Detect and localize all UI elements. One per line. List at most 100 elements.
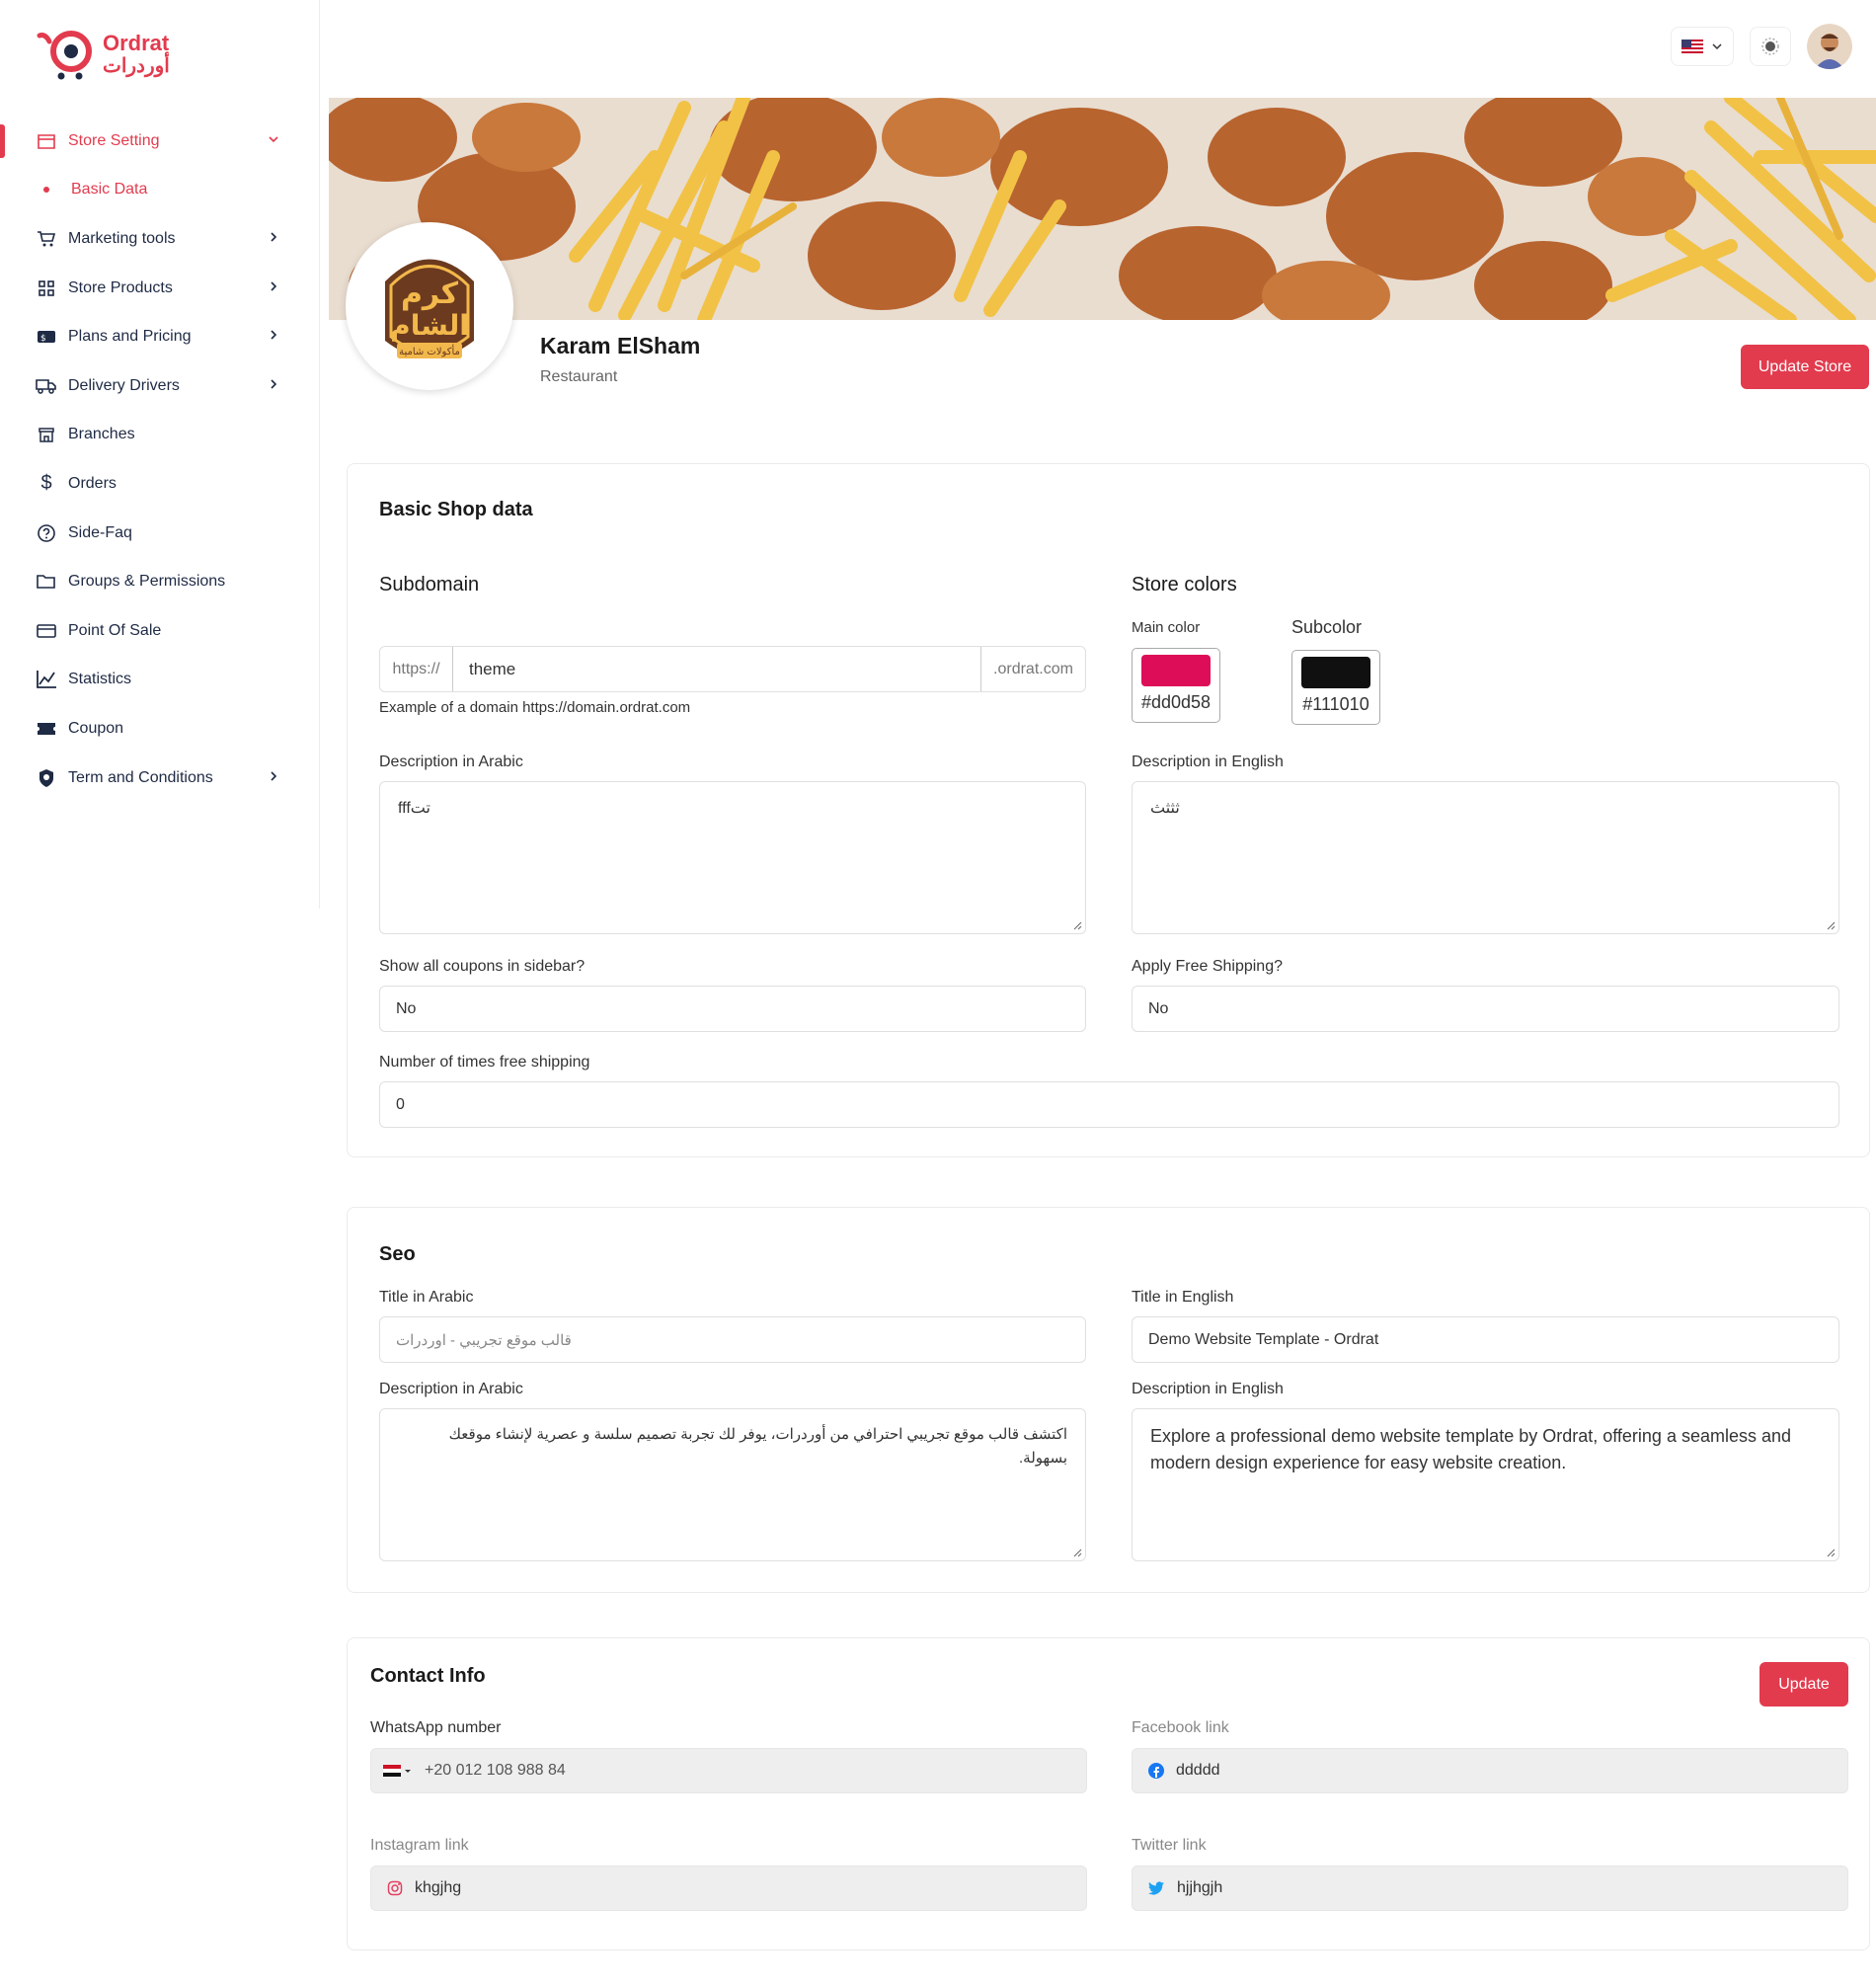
sidebar-item-coupon[interactable]: Coupon <box>0 704 320 754</box>
sidebar-item-point-of-sale[interactable]: Point Of Sale <box>0 606 320 656</box>
subdomain-prefix: https:// <box>380 647 453 691</box>
sidebar-item-label: Store Products <box>68 278 173 296</box>
desc-ar-label: Description in Arabic <box>379 754 523 770</box>
main-color-picker[interactable]: #dd0d58 <box>1132 648 1220 723</box>
sidebar-item-terms[interactable]: Term and Conditions <box>0 754 320 803</box>
seo-desc-en-label: Description in English <box>1132 1381 1284 1397</box>
desc-en-label: Description in English <box>1132 754 1284 770</box>
grid-icon <box>36 278 57 299</box>
twitter-value: hjjhgjh <box>1177 1879 1223 1896</box>
sidebar-item-orders[interactable]: $ Orders <box>0 459 320 509</box>
free-shipping-label: Apply Free Shipping? <box>1132 958 1283 975</box>
logo-text-bottom: مأكولات شامية <box>399 344 460 357</box>
language-selector[interactable] <box>1671 27 1734 66</box>
store-colors-heading: Store colors <box>1132 574 1237 596</box>
sidebar-item-label: Coupon <box>68 719 124 737</box>
sidebar-item-label: Delivery Drivers <box>68 376 180 394</box>
sidebar-item-store-products[interactable]: Store Products <box>0 264 320 313</box>
seo-desc-ar-value: اكتشف قالب موقع تجريبي احترافي من أوردرا… <box>448 1426 1067 1467</box>
whatsapp-input[interactable]: +20 012 108 988 84 <box>370 1748 1087 1793</box>
egypt-flag-icon[interactable] <box>383 1765 413 1777</box>
free-times-input[interactable]: 0 <box>379 1081 1839 1128</box>
seo-title-en-input[interactable]: Demo Website Template - Ordrat <box>1132 1316 1839 1363</box>
resize-handle-icon[interactable] <box>1826 1548 1836 1557</box>
free-shipping-select[interactable]: No <box>1132 986 1839 1032</box>
sidebar-item-label: Marketing tools <box>68 229 176 247</box>
resize-handle-icon[interactable] <box>1072 920 1082 930</box>
twitter-icon <box>1148 1881 1164 1895</box>
sidebar-item-side-faq[interactable]: Side-Faq <box>0 509 320 558</box>
contact-update-button[interactable]: Update <box>1759 1662 1848 1707</box>
sidebar-item-label: Plans and Pricing <box>68 328 192 346</box>
sidebar-item-marketing-tools[interactable]: Marketing tools <box>0 214 320 264</box>
store-icon <box>36 130 57 152</box>
instagram-input[interactable]: khgjhg <box>370 1866 1087 1911</box>
sub-color-swatch <box>1301 657 1370 688</box>
resize-handle-icon[interactable] <box>1072 1548 1082 1557</box>
store-logo[interactable]: كرم الشام مأكولات شامية <box>346 222 513 390</box>
seo-title: Seo <box>379 1243 416 1265</box>
sidebar-item-label: Term and Conditions <box>68 768 213 786</box>
ticket-icon <box>36 718 57 740</box>
coupons-select[interactable]: No <box>379 986 1086 1032</box>
facebook-input[interactable]: ddddd <box>1132 1748 1848 1793</box>
subdomain-suffix: .ordrat.com <box>980 647 1085 691</box>
seo-desc-en-value: Explore a professional demo website temp… <box>1150 1426 1792 1472</box>
brand-logo[interactable]: Ordrat أوردرات <box>36 28 170 81</box>
basic-shop-title: Basic Shop data <box>379 499 533 520</box>
sidebar-item-label: Store Setting <box>68 131 160 149</box>
sidebar-item-label: Orders <box>68 474 117 492</box>
sidebar-item-statistics[interactable]: Statistics <box>0 656 320 705</box>
brand-name-en: Ordrat <box>103 31 170 55</box>
update-store-button[interactable]: Update Store <box>1741 345 1869 389</box>
sidebar-subitem-basic-data[interactable]: Basic Data <box>0 166 320 215</box>
chevron-right-icon <box>271 771 277 781</box>
store-name: Karam ElSham <box>540 333 701 358</box>
sidebar-item-branches[interactable]: Branches <box>0 411 320 460</box>
facebook-value: ddddd <box>1176 1762 1220 1779</box>
desc-ar-textarea[interactable]: fffتت <box>379 781 1086 934</box>
dollar-icon: $ <box>40 472 52 495</box>
twitter-label: Twitter link <box>1132 1837 1207 1854</box>
seo-desc-ar-textarea[interactable]: اكتشف قالب موقع تجريبي احترافي من أوردرا… <box>379 1408 1086 1561</box>
subdomain-input-group: https:// theme .ordrat.com <box>379 646 1086 692</box>
svg-text:$: $ <box>40 334 46 344</box>
sidebar-item-label: Point Of Sale <box>68 621 162 639</box>
seo-desc-en-textarea[interactable]: Explore a professional demo website temp… <box>1132 1408 1839 1561</box>
shield-icon <box>36 767 57 789</box>
instagram-value: khgjhg <box>415 1879 462 1896</box>
seo-title-ar-input[interactable]: قالب موقع تجريبي - اوردرات <box>379 1316 1086 1363</box>
us-flag-icon <box>1681 39 1703 54</box>
logo-text-top: كرم <box>401 277 459 311</box>
theme-toggle[interactable] <box>1750 27 1791 66</box>
truck-icon <box>36 375 57 397</box>
desc-en-value: ثثثث <box>1150 800 1180 817</box>
store-banner-image <box>329 98 1876 320</box>
sidebar-item-delivery-drivers[interactable]: Delivery Drivers <box>0 361 320 411</box>
instagram-label: Instagram link <box>370 1837 469 1854</box>
sidebar-item-store-setting[interactable]: Store Setting <box>0 117 320 166</box>
sun-icon <box>1761 38 1779 55</box>
desc-ar-value: fffتت <box>398 800 430 817</box>
sub-color-picker[interactable]: #111010 <box>1291 650 1380 725</box>
brand-name-ar: أوردرات <box>103 55 170 77</box>
subdomain-input[interactable]: theme <box>453 660 980 679</box>
seo-title-ar-label: Title in Arabic <box>379 1289 474 1306</box>
whatsapp-value: +20 012 108 988 84 <box>425 1762 566 1779</box>
twitter-input[interactable]: hjjhgjh <box>1132 1866 1848 1911</box>
subdomain-heading: Subdomain <box>379 574 480 596</box>
sidebar-item-groups-permissions[interactable]: Groups & Permissions <box>0 557 320 606</box>
sidebar-item-plans-pricing[interactable]: $ Plans and Pricing <box>0 312 320 361</box>
resize-handle-icon[interactable] <box>1826 920 1836 930</box>
sidebar-item-label: Side-Faq <box>68 523 132 541</box>
sidebar: Ordrat أوردرات Store Setting Basic Data … <box>0 0 320 909</box>
desc-en-textarea[interactable]: ثثثث <box>1132 781 1839 934</box>
bullet-icon <box>43 187 49 194</box>
user-avatar[interactable] <box>1807 24 1852 69</box>
subdomain-example: Example of a domain https://domain.ordra… <box>379 699 691 716</box>
seo-title-en-label: Title in English <box>1132 1289 1234 1306</box>
main-color-value: #dd0d58 <box>1140 692 1212 712</box>
active-indicator <box>0 124 5 158</box>
sub-color-label: Subcolor <box>1291 617 1363 637</box>
sidebar-item-label: Basic Data <box>71 181 148 198</box>
